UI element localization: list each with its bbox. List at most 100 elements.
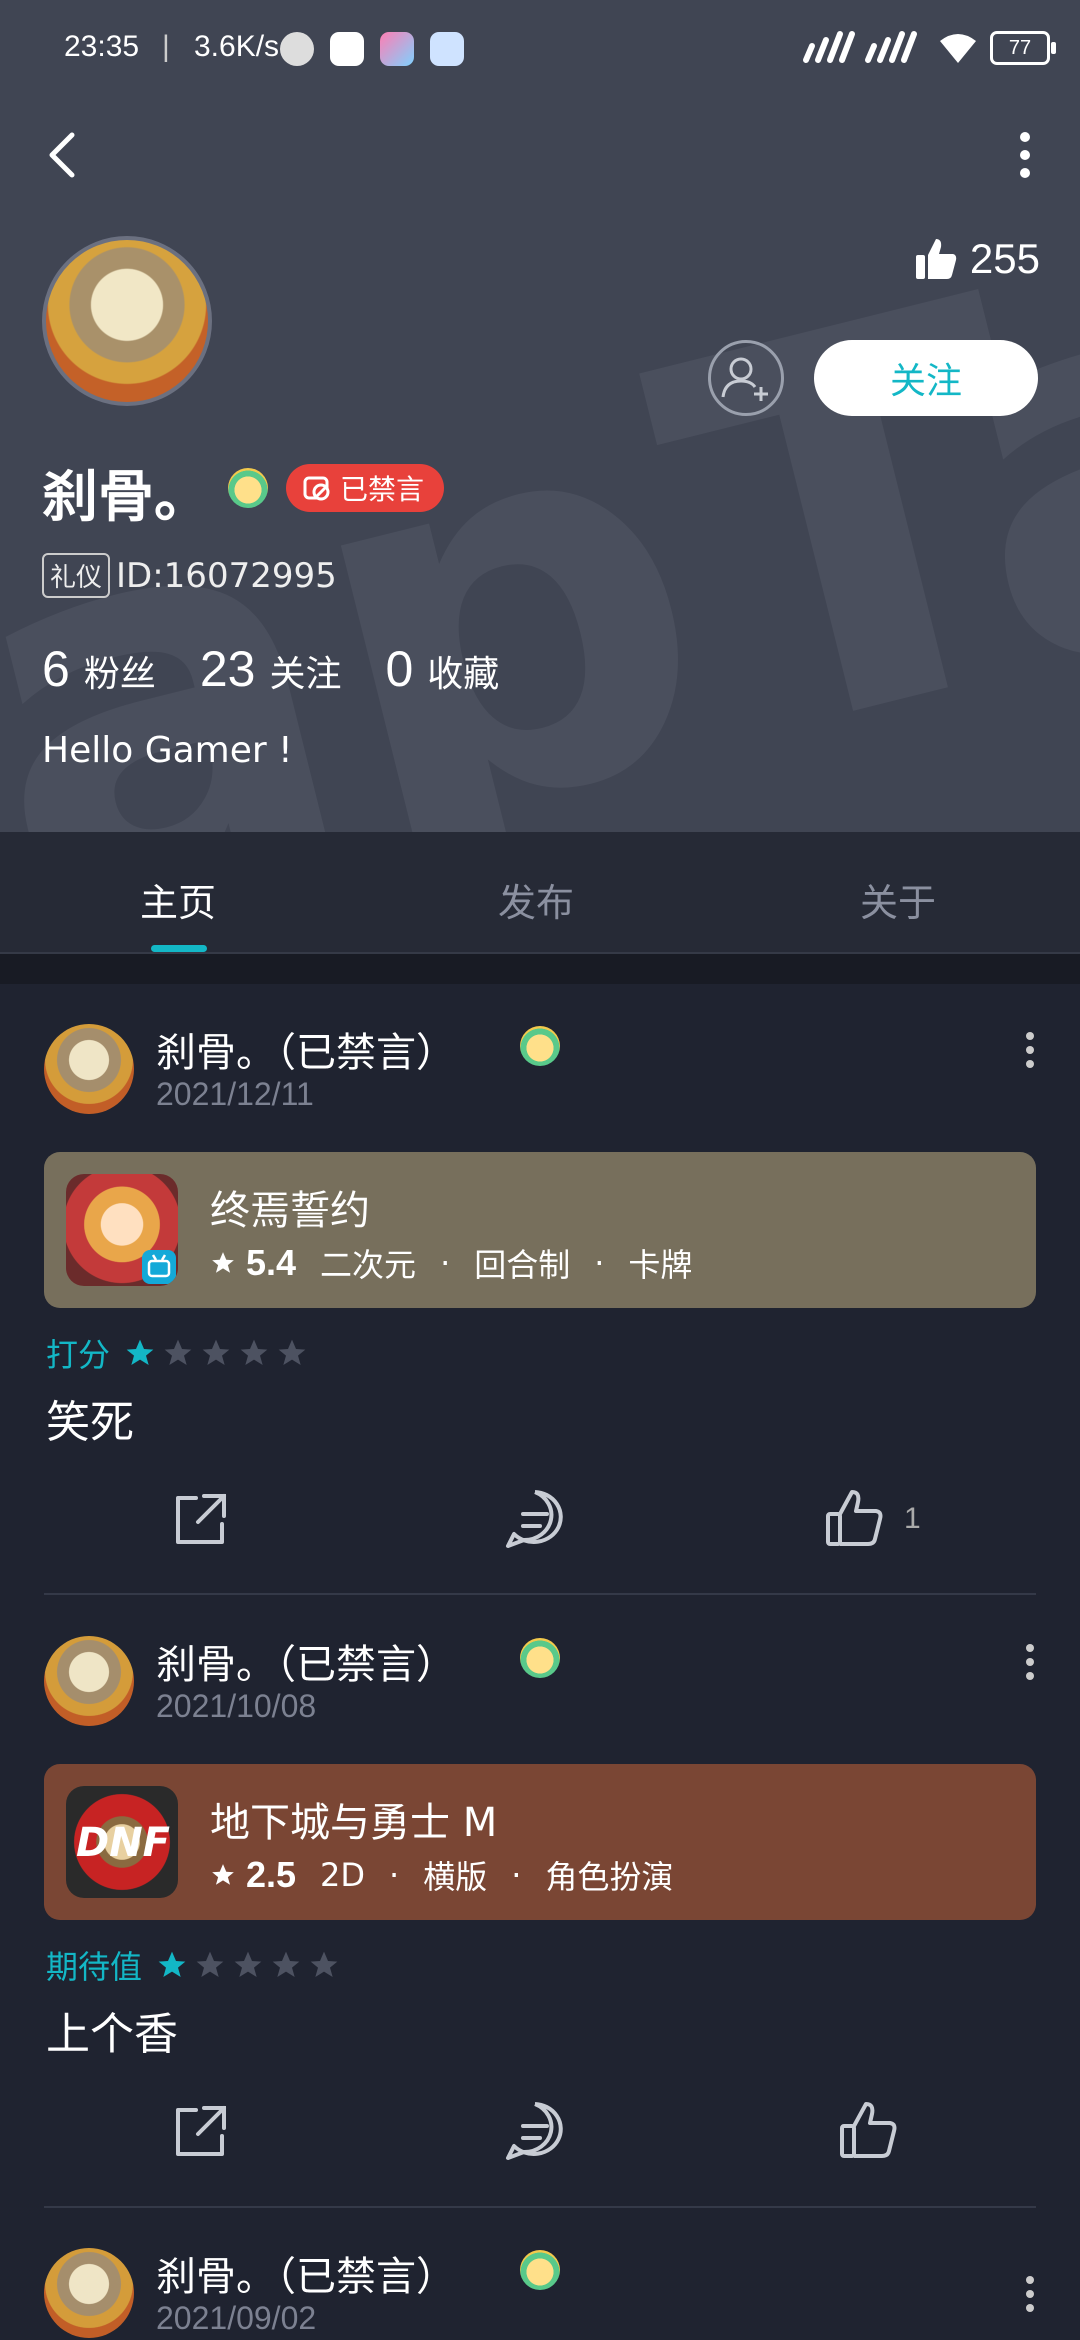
user-emblem-icon xyxy=(520,2250,560,2290)
banned-badge: 已禁言 xyxy=(286,464,445,512)
post-date: 2021/10/08 xyxy=(156,1688,317,1724)
stat-label: 关注 xyxy=(269,654,342,695)
thumbs-up-icon xyxy=(915,239,957,279)
likes-count: 255 xyxy=(969,235,1040,282)
battery-level: 77 xyxy=(1008,37,1032,59)
stat-label: 粉丝 xyxy=(83,654,156,695)
game-score: 2.5 xyxy=(246,1854,297,1895)
rating-label: 期待值 xyxy=(46,1948,143,1986)
post-author: 刹骨。（已禁言） xyxy=(156,1030,456,1076)
profile-tabs: 主页 发布 关于 xyxy=(0,832,1080,954)
rating-label: 打分 xyxy=(46,1336,111,1374)
share-icon[interactable] xyxy=(166,2096,236,2166)
game-tag: 2D xyxy=(320,1856,366,1894)
star-empty-icon xyxy=(164,1339,192,1365)
comment-icon[interactable] xyxy=(500,1484,570,1554)
profile-header: apTap 23:35 | 3.6K/s 77 255 关注 刹骨。 已禁言 礼… xyxy=(0,0,1080,832)
star-icon xyxy=(212,1252,234,1273)
rating-stars xyxy=(156,1949,340,1981)
add-friend-button[interactable] xyxy=(708,340,784,416)
profile-likes: 255 xyxy=(914,235,1040,283)
post-text: 上个香 xyxy=(46,2009,178,2060)
banned-label: 已禁言 xyxy=(340,473,425,506)
tab-posts[interactable]: 发布 xyxy=(498,872,574,927)
stat-following[interactable]: 23 关注 xyxy=(200,640,342,698)
feed-post[interactable]: 刹骨。（已禁言） 2021/09/02 xyxy=(0,2208,1080,2340)
feed-post[interactable]: 刹骨。（已禁言） 2021/10/08 DNF 地下城与勇士 M 2.5 2D … xyxy=(0,1596,1080,2206)
star-empty-icon xyxy=(272,1951,300,1977)
stat-label: 收藏 xyxy=(427,654,500,695)
thumbs-up-icon[interactable] xyxy=(820,1484,890,1554)
follow-button[interactable]: 关注 xyxy=(814,340,1038,416)
status-right-group: 77 xyxy=(800,28,1056,68)
post-avatar[interactable] xyxy=(44,2248,134,2338)
more-vertical-icon[interactable] xyxy=(1000,125,1050,185)
star-empty-icon xyxy=(310,1951,338,1977)
tab-about[interactable]: 关于 xyxy=(860,872,936,927)
tab-home[interactable]: 主页 xyxy=(140,872,216,927)
game-meta: 5.4 二次元 · 回合制 · 卡牌 xyxy=(210,1240,692,1286)
tag-separator: · xyxy=(511,1856,522,1894)
tag-separator: · xyxy=(594,1244,605,1282)
dnf-logo-icon: DNF xyxy=(76,1820,170,1866)
post-author: 刹骨。（已禁言） xyxy=(156,1642,456,1688)
stat-num: 6 xyxy=(42,641,70,697)
star-empty-icon xyxy=(196,1951,224,1977)
etiquette-tag: 礼仪 xyxy=(42,553,111,598)
profile-bio: Hello Gamer ! xyxy=(42,730,293,771)
game-tag: 二次元 xyxy=(320,1246,417,1284)
signal-icon xyxy=(803,31,917,63)
back-icon[interactable] xyxy=(40,125,90,185)
status-time: 23:35 xyxy=(64,30,140,63)
post-text: 笑死 xyxy=(46,1397,134,1448)
star-icon xyxy=(212,1864,234,1885)
share-icon[interactable] xyxy=(166,1484,236,1554)
game-card[interactable]: DNF 地下城与勇士 M 2.5 2D · 横版 · 角色扮演 xyxy=(44,1764,1036,1920)
status-app-icon-clock xyxy=(430,32,464,66)
stat-fans[interactable]: 6 粉丝 xyxy=(42,640,156,698)
post-date: 2021/09/02 xyxy=(156,2300,317,2336)
game-icon xyxy=(66,1174,178,1286)
section-spacer xyxy=(0,954,1080,984)
star-empty-icon xyxy=(278,1339,306,1365)
rating-row: 打分 xyxy=(46,1330,308,1376)
username: 刹骨。 xyxy=(42,465,210,530)
post-avatar[interactable] xyxy=(44,1024,134,1114)
game-tag: 卡牌 xyxy=(628,1246,693,1284)
post-avatar[interactable] xyxy=(44,1636,134,1726)
comment-icon[interactable] xyxy=(500,2096,570,2166)
game-score: 5.4 xyxy=(246,1242,297,1283)
stat-favorites[interactable]: 0 收藏 xyxy=(385,640,499,698)
tag-separator: · xyxy=(440,1244,451,1282)
status-separator: | xyxy=(162,30,170,63)
banned-icon xyxy=(303,476,330,501)
more-vertical-icon[interactable] xyxy=(1010,2264,1050,2324)
star-empty-icon xyxy=(234,1951,262,1977)
status-net-speed: 3.6K/s xyxy=(194,30,280,63)
add-user-icon xyxy=(721,357,768,401)
star-filled-icon xyxy=(158,1951,186,1977)
more-vertical-icon[interactable] xyxy=(1010,1632,1050,1692)
tag-separator: · xyxy=(389,1856,400,1894)
user-emblem-icon xyxy=(228,468,268,508)
status-bar: 23:35 | 3.6K/s 77 xyxy=(0,0,1080,100)
thumbs-up-icon[interactable] xyxy=(834,2096,904,2166)
post-divider xyxy=(44,1593,1036,1595)
status-app-icon-compass xyxy=(280,32,314,66)
game-meta: 2.5 2D · 横版 · 角色扮演 xyxy=(210,1852,673,1898)
post-date: 2021/12/11 xyxy=(156,1076,314,1112)
game-card[interactable]: 终焉誓约 5.4 二次元 · 回合制 · 卡牌 xyxy=(44,1152,1036,1308)
wifi-icon xyxy=(940,34,976,63)
taptap-watermark: apTap xyxy=(0,29,1080,832)
more-vertical-icon[interactable] xyxy=(1010,1020,1050,1080)
stat-num: 23 xyxy=(199,641,256,697)
like-count: 1 xyxy=(904,1502,921,1535)
battery-icon: 77 xyxy=(990,31,1056,65)
profile-stats: 6 粉丝 23 关注 0 收藏 xyxy=(42,640,499,698)
bilibili-icon xyxy=(142,1250,176,1284)
feed-post[interactable]: 刹骨。（已禁言） 2021/12/11 终焉誓约 5.4 二次元 · 回合制 ·… xyxy=(0,984,1080,1594)
profile-avatar[interactable] xyxy=(42,236,212,406)
user-emblem-icon xyxy=(520,1638,560,1678)
status-app-icon-game xyxy=(380,32,414,66)
status-app-icon-qq xyxy=(330,32,364,66)
